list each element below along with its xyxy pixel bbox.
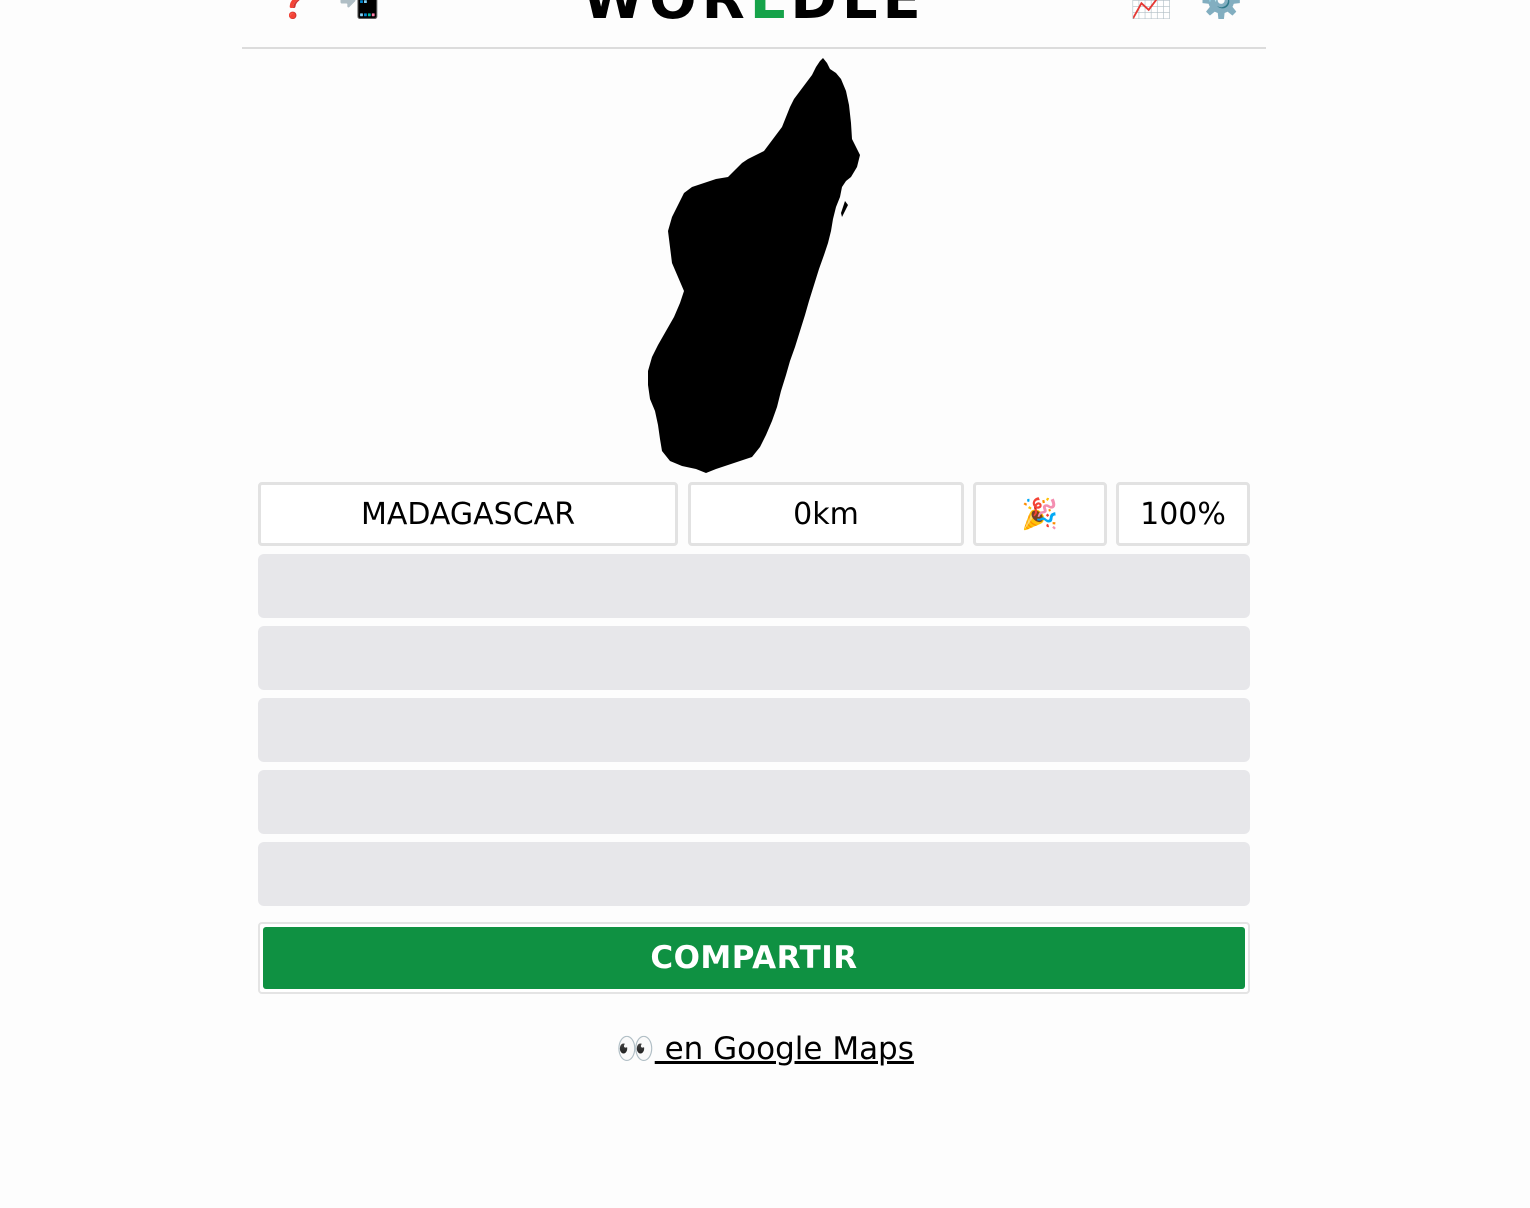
header: ❓ 📲 WORLDLE 📈 ⚙️ (242, 0, 1266, 49)
guess-direction: 🎉 (973, 482, 1107, 546)
title-part-3: DLE (790, 0, 925, 32)
guess-country: MADAGASCAR (258, 482, 678, 546)
page-title: WORLDLE (242, 0, 1266, 28)
eyes-icon: 👀 (616, 1031, 655, 1067)
guess-row: MADAGASCAR 0km 🎉 100% (258, 482, 1250, 546)
settings-icon[interactable]: ⚙️ (1200, 0, 1242, 18)
party-popper-icon: 🎉 (1021, 496, 1059, 532)
madagascar-islet (841, 201, 848, 217)
google-maps-link[interactable]: en Google Maps (655, 1031, 914, 1067)
guess-country-label: MADAGASCAR (360, 496, 576, 532)
guess-proximity-label: 100% (1140, 496, 1226, 532)
share-button[interactable]: COMPARTIR (258, 922, 1250, 994)
madagascar-shape (648, 58, 860, 473)
guess-distance-label: 0km (793, 496, 859, 532)
country-silhouette (648, 58, 860, 473)
empty-guess-row (258, 770, 1250, 834)
guess-proximity: 100% (1116, 482, 1250, 546)
title-part-1: WOR (582, 0, 750, 32)
guess-distance: 0km (688, 482, 964, 546)
google-maps-link-row: 👀 en Google Maps (0, 1030, 1530, 1067)
stats-icon[interactable]: 📈 (1130, 0, 1172, 18)
share-button-label[interactable]: COMPARTIR (263, 927, 1245, 989)
empty-guess-row (258, 554, 1250, 618)
empty-guess-row (258, 698, 1250, 762)
empty-guess-row (258, 626, 1250, 690)
empty-guess-row (258, 842, 1250, 906)
title-part-2: L (750, 0, 791, 32)
